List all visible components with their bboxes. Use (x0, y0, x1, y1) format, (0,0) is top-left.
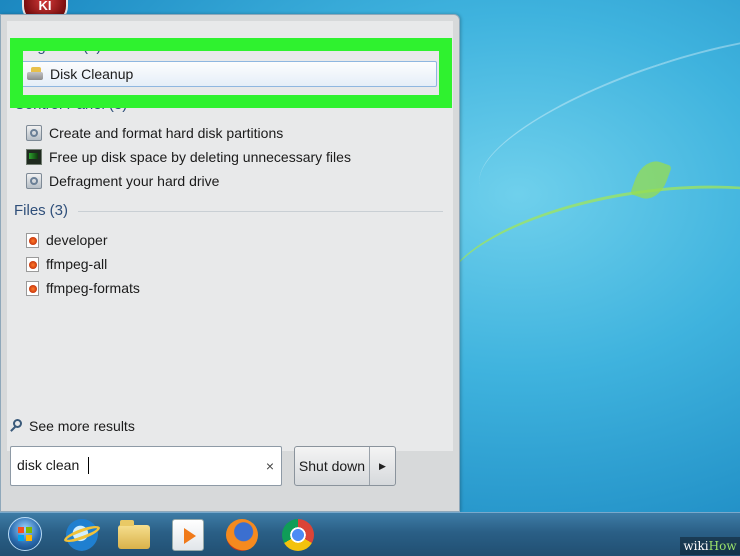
clear-search-icon[interactable]: × (266, 458, 274, 474)
start-orb-icon[interactable] (8, 517, 42, 551)
group-divider (78, 211, 443, 212)
html-file-icon (26, 280, 39, 296)
result-label: ffmpeg-all (46, 256, 108, 272)
group-title: Files (14, 202, 46, 219)
internet-explorer-icon[interactable] (66, 519, 98, 551)
shutdown-options-arrow-icon[interactable]: ▶ (370, 447, 395, 485)
start-search-box[interactable]: × (10, 446, 282, 486)
wikihow-watermark: wiki How (680, 537, 740, 555)
performance-monitor-icon (26, 149, 42, 165)
admin-tools-icon (26, 125, 42, 141)
group-count: (3) (49, 202, 69, 219)
windows-explorer-icon[interactable] (118, 520, 150, 549)
admin-tools-icon (26, 173, 42, 189)
search-input[interactable] (17, 457, 257, 473)
result-create-format-partitions[interactable]: Create and format hard disk partitions (26, 122, 283, 144)
result-file-ffmpeg-formats[interactable]: ffmpeg-formats (26, 277, 140, 299)
html-file-icon (26, 256, 39, 272)
result-defragment[interactable]: Defragment your hard drive (26, 170, 219, 192)
result-label: Free up disk space by deleting unnecessa… (49, 149, 351, 165)
firefox-icon[interactable] (226, 519, 258, 551)
see-more-label: See more results (29, 418, 135, 434)
result-file-developer[interactable]: developer (26, 229, 108, 251)
see-more-results-link[interactable]: See more results (10, 418, 135, 434)
watermark-wiki: wiki (683, 539, 709, 553)
result-file-ffmpeg-all[interactable]: ffmpeg-all (26, 253, 107, 275)
windows-media-player-icon[interactable] (172, 519, 204, 551)
watermark-how: How (708, 539, 737, 553)
result-label: developer (46, 232, 108, 248)
text-caret (88, 457, 89, 474)
search-icon (10, 419, 24, 433)
chrome-icon[interactable] (282, 519, 314, 551)
result-label: ffmpeg-formats (46, 280, 140, 296)
result-label: Defragment your hard drive (49, 173, 220, 189)
highlight-annotation (10, 38, 452, 108)
shutdown-button-group: Shut down ▶ (294, 446, 396, 486)
shutdown-button[interactable]: Shut down (295, 447, 370, 485)
taskbar (0, 512, 740, 556)
result-free-up-disk-space[interactable]: Free up disk space by deleting unnecessa… (26, 146, 351, 168)
group-header-files[interactable]: Files (3) (14, 202, 68, 219)
result-label: Create and format hard disk partitions (49, 125, 284, 141)
html-file-icon (26, 232, 39, 248)
